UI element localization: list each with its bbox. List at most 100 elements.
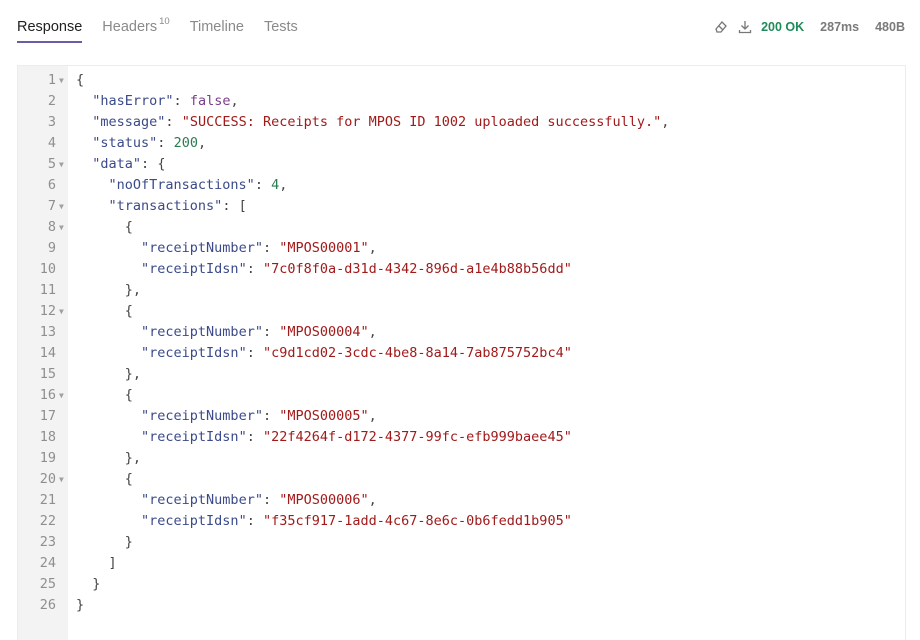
json-value: "f35cf917-1add-4c67-8e6c-0b6fedd1b905" (262, 513, 572, 529)
json-brace: [ (238, 198, 247, 214)
line-content: { (71, 469, 133, 490)
line-content: "transactions": [ (71, 196, 247, 217)
line-number: 4 (47, 135, 56, 151)
line-content: "message": "SUCCESS: Receipts for MPOS I… (71, 112, 669, 133)
line-number: 3 (47, 114, 56, 130)
line-content: "receiptNumber": "MPOS00004", (71, 322, 377, 343)
code-line: 4 "status": 200, (18, 133, 905, 154)
fold-arrow-icon[interactable]: ▼ (56, 385, 71, 406)
line-number: 14 (39, 345, 56, 361)
json-key: "receiptIdsn" (141, 345, 247, 361)
json-comma: , (368, 240, 377, 256)
line-content: { (71, 70, 84, 91)
json-brace: { (157, 156, 166, 172)
status-code-badge: 200 OK (761, 20, 805, 34)
code-line: 6 "noOfTransactions": 4, (18, 175, 905, 196)
code-line: 8 ▼ { (18, 217, 905, 238)
json-key: "receiptIdsn" (141, 513, 247, 529)
eraser-icon[interactable] (713, 19, 729, 35)
line-content: { (71, 385, 133, 406)
line-content: }, (71, 448, 141, 469)
json-value: "MPOS00004" (279, 324, 369, 340)
json-colon: : (254, 177, 272, 193)
tab-tests-label: Tests (263, 19, 298, 35)
fold-arrow-icon[interactable]: ▼ (56, 196, 71, 217)
line-number: 15 (39, 366, 56, 382)
code-line: 25 } (18, 574, 905, 595)
line-number: 25 (39, 576, 56, 592)
code-line: 17 "receiptNumber": "MPOS00005", (18, 406, 905, 427)
line-number: 13 (39, 324, 56, 340)
fold-arrow-icon[interactable]: ▼ (56, 154, 71, 175)
line-content: { (71, 217, 133, 238)
code-line: 14 "receiptIdsn": "c9d1cd02-3cdc-4be8-8a… (18, 343, 905, 364)
line-number: 7 (47, 198, 56, 214)
json-key: "status" (92, 135, 158, 151)
code-line: 12 ▼ { (18, 301, 905, 322)
fold-arrow-icon[interactable]: ▼ (56, 70, 71, 91)
json-colon: : (262, 408, 280, 424)
fold-arrow-icon[interactable]: ▼ (56, 217, 71, 238)
download-icon[interactable] (737, 19, 753, 35)
json-value: "MPOS00005" (279, 408, 369, 424)
code-line: 9 "receiptNumber": "MPOS00001", (18, 238, 905, 259)
json-value: false (189, 93, 231, 109)
tab-tests[interactable]: Tests (264, 0, 298, 43)
code-line: 22 "receiptIdsn": "f35cf917-1add-4c67-8e… (18, 511, 905, 532)
code-line: 23 } (18, 532, 905, 553)
line-content: "data": { (71, 154, 165, 175)
code-line: 13 "receiptNumber": "MPOS00004", (18, 322, 905, 343)
json-colon: : (246, 261, 263, 277)
line-content: "status": 200, (71, 133, 206, 154)
line-number: 22 (39, 513, 56, 529)
line-content: "hasError": false, (71, 91, 239, 112)
json-brace: { (124, 303, 133, 319)
line-number: 23 (39, 534, 56, 550)
response-time: 287ms (820, 20, 860, 34)
tab-headers[interactable]: Headers 10 (102, 0, 169, 43)
tab-response-label: Response (17, 19, 83, 35)
tab-response[interactable]: Response (17, 0, 83, 43)
tab-timeline[interactable]: Timeline (190, 0, 244, 43)
line-content: "receiptIdsn": "c9d1cd02-3cdc-4be8-8a14-… (71, 343, 572, 364)
json-brace: } (124, 534, 133, 550)
json-colon: : (157, 135, 174, 151)
json-key: "receiptNumber" (141, 324, 263, 340)
line-content: "receiptIdsn": "f35cf917-1add-4c67-8e6c-… (71, 511, 572, 532)
code-line: 7 ▼ "transactions": [ (18, 196, 905, 217)
line-content: ] (71, 553, 117, 574)
code-line: 16 ▼ { (18, 385, 905, 406)
line-content: } (71, 532, 133, 553)
json-value: "MPOS00006" (279, 492, 369, 508)
fold-arrow-icon[interactable]: ▼ (56, 469, 71, 490)
code-line: 11 }, (18, 280, 905, 301)
fold-arrow-icon[interactable]: ▼ (56, 301, 71, 322)
code-line: 26} (18, 595, 905, 616)
code-line: 19 }, (18, 448, 905, 469)
json-value: "7c0f8f0a-d31d-4342-896d-a1e4b88b56dd" (262, 261, 572, 277)
json-value: "SUCCESS: Receipts for MPOS ID 1002 uplo… (181, 114, 662, 130)
json-brace: }, (124, 450, 142, 466)
line-content: } (71, 574, 100, 595)
line-number: 18 (39, 429, 56, 445)
json-colon: : (262, 324, 280, 340)
json-comma: , (368, 408, 377, 424)
response-tabs: Response Headers 10 Timeline Tests (17, 0, 318, 46)
json-brace: } (76, 597, 85, 613)
json-comma: , (230, 93, 239, 109)
line-number: 6 (47, 177, 56, 193)
response-body-editor[interactable]: 1 ▼{2 "hasError": false, 3 "message": "SUC… (17, 65, 906, 640)
json-key: "message" (92, 114, 166, 130)
